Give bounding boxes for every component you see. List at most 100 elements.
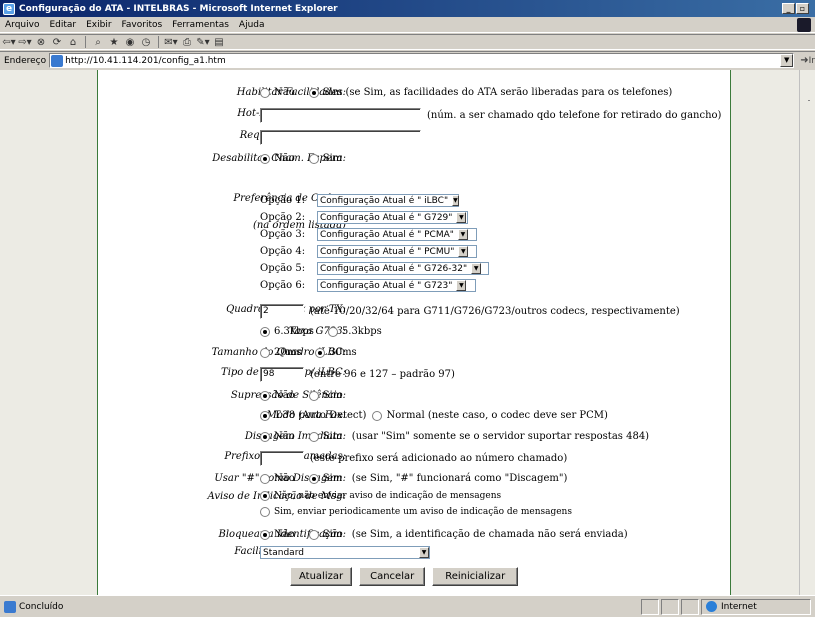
codec-select-2[interactable]: Configuração Atual é " G729" ▼ (317, 211, 468, 224)
radio-supressao-nao[interactable] (260, 390, 270, 401)
radio-label: Não (274, 431, 295, 442)
title-bar: e Configuração do ATA - INTELBRAS - Micr… (0, 0, 815, 17)
menu-ajuda[interactable]: Ajuda (234, 20, 270, 30)
address-bar: Endereço http://10.41.114.201/config_a1.… (0, 51, 815, 69)
menu-arquivo[interactable]: Arquivo (0, 20, 44, 30)
radio-discagem-sim[interactable] (308, 431, 319, 442)
go-button[interactable]: Ir (809, 56, 815, 66)
payload-ilbc-input[interactable]: 98 (260, 367, 304, 382)
print-icon[interactable]: ⎙ (180, 35, 194, 49)
radio-espera-nao[interactable] (260, 153, 270, 164)
radio-label: Sim (se Sim, a identificação de chamada … (322, 529, 628, 540)
refresh-icon[interactable]: ⟳ (50, 35, 64, 49)
radio-label: Normal (neste caso, o codec deve ser PCM… (386, 410, 608, 421)
select-value: Configuração Atual é " iLBC" (320, 195, 449, 206)
back-icon[interactable]: ⇦▾ (2, 35, 16, 49)
codec-select-1[interactable]: Configuração Atual é " iLBC" ▼ (317, 194, 459, 207)
radio-espera-sim[interactable] (308, 153, 319, 164)
media-icon[interactable]: ◉ (123, 35, 137, 49)
radio-label: Não, não enviar aviso de indicação de me… (274, 491, 502, 501)
select-value: Configuração Atual é " G726-32" (320, 263, 468, 274)
mail-icon[interactable]: ✉▾ (164, 35, 178, 49)
chevron-down-icon: ▼ (458, 246, 469, 257)
radio-label: 5.3kbps (341, 326, 382, 337)
go-arrow-icon[interactable]: ➜ (800, 55, 808, 66)
windows-flag-icon (797, 18, 811, 32)
radio-aviso-sim[interactable] (260, 507, 270, 517)
prefixo-input[interactable] (260, 451, 304, 466)
codec-select-3[interactable]: Configuração Atual é " PCMA" ▼ (317, 228, 477, 241)
radio-fax-normal[interactable] (372, 410, 383, 421)
chevron-down-icon: ▼ (457, 229, 468, 240)
radio-habilitar-sim[interactable] (308, 87, 319, 98)
forward-icon[interactable]: ⇨▾ (18, 35, 32, 49)
history-icon[interactable]: ◷ (139, 35, 153, 49)
radio-hash-nao[interactable] (260, 473, 270, 484)
status-pane (641, 598, 659, 615)
cancelar-button[interactable]: Cancelar (359, 567, 426, 586)
radio-supressao-sim[interactable] (308, 390, 319, 401)
radio-habilitar-nao[interactable] (260, 87, 270, 98)
address-dropdown-button[interactable]: ▼ (780, 54, 794, 67)
quadros-voz-input[interactable]: 2 (260, 304, 304, 319)
radio-hash-sim[interactable] (308, 473, 319, 484)
stop-icon[interactable]: ⊗ (34, 35, 48, 49)
radio-bloquear-sim[interactable] (308, 529, 319, 540)
chevron-down-icon: ▼ (419, 547, 429, 558)
codec-option-label: Opção 6: (260, 280, 306, 291)
radio-aviso-nao[interactable] (260, 491, 270, 501)
edit-icon[interactable]: ✎▾ (196, 35, 210, 49)
address-input[interactable]: http://10.41.114.201/config_a1.htm ▼ (49, 53, 795, 68)
radio-ilbc-30ms[interactable] (315, 347, 326, 358)
vertical-scrollbar[interactable] (799, 70, 815, 595)
radio-taxa-53[interactable] (327, 326, 338, 337)
radio-label: Não (274, 529, 295, 540)
status-pane (661, 598, 679, 615)
select-value: Standard (263, 547, 304, 558)
toolbar-separator (158, 36, 159, 48)
favorites-icon[interactable]: ★ (107, 35, 121, 49)
menu-editar[interactable]: Editar (44, 20, 81, 30)
radio-label: Sim (se Sim, as facilidades do ATA serão… (322, 87, 673, 98)
radio-ilbc-20ms[interactable] (260, 347, 270, 358)
toolbar: ⇦▾ ⇨▾ ⊗ ⟳ ⌂ ⌕ ★ ◉ ◷ ✉▾ ⎙ ✎▾ ▤ (0, 34, 815, 50)
menu-favoritos[interactable]: Favoritos (117, 20, 168, 30)
select-value: Configuração Atual é " G729" (320, 212, 453, 223)
reinicializar-button[interactable]: Reinicializar (432, 567, 519, 586)
codec-select-4[interactable]: Configuração Atual é " PCMU" ▼ (317, 245, 477, 258)
facilidades-especiais-select[interactable]: Standard ▼ (260, 546, 430, 559)
search-icon[interactable]: ⌕ (91, 35, 105, 49)
home-icon[interactable]: ⌂ (66, 35, 80, 49)
discuss-icon[interactable]: ▤ (212, 35, 226, 49)
menu-ferramentas[interactable]: Ferramentas (167, 20, 234, 30)
radio-label: Sim (se Sim, "#" funcionará como "Discag… (322, 473, 568, 484)
radio-label: Não (274, 390, 295, 401)
chevron-down-icon: ▼ (456, 280, 467, 291)
codec-select-5[interactable]: Configuração Atual é " G726-32" ▼ (317, 262, 489, 275)
payload-ilbc-note: (entre 96 e 127 – padrão 97) (310, 369, 455, 380)
radio-bloquear-nao[interactable] (260, 529, 270, 540)
atualizar-button[interactable]: Atualizar (290, 567, 353, 586)
ie-logo-icon: e (3, 2, 15, 15)
radio-label: 20ms (274, 347, 302, 358)
minimize-button[interactable]: _ (782, 3, 795, 14)
radio-label: Não (274, 473, 295, 484)
proxy-input[interactable] (260, 130, 421, 145)
radio-discagem-nao[interactable] (260, 431, 270, 442)
radio-label: Sim (322, 390, 343, 401)
radio-label: 30ms (329, 347, 357, 358)
codec-option-label: Opção 3: (260, 229, 306, 240)
codec-select-6[interactable]: Configuração Atual é " G723" ▼ (317, 279, 476, 292)
hotline-input[interactable] (260, 108, 421, 123)
maximize-button[interactable]: ▫ (796, 3, 809, 14)
radio-label: Não (274, 153, 295, 164)
address-url[interactable]: http://10.41.114.201/config_a1.htm (65, 56, 226, 66)
menu-exibir[interactable]: Exibir (81, 20, 116, 30)
menu-bar: Arquivo Editar Exibir Favoritos Ferramen… (0, 17, 815, 33)
radio-taxa-63[interactable] (260, 326, 270, 337)
zone-label: Internet (721, 601, 757, 612)
radio-label: Sim (usar "Sim" somente se o servidor su… (322, 431, 650, 442)
quadros-voz-note: (até 10/20/32/64 para G711/G726/G723/out… (310, 306, 680, 317)
radio-label: Sim, enviar periodicamente um aviso de i… (274, 507, 572, 517)
radio-fax-t38[interactable] (260, 410, 270, 421)
